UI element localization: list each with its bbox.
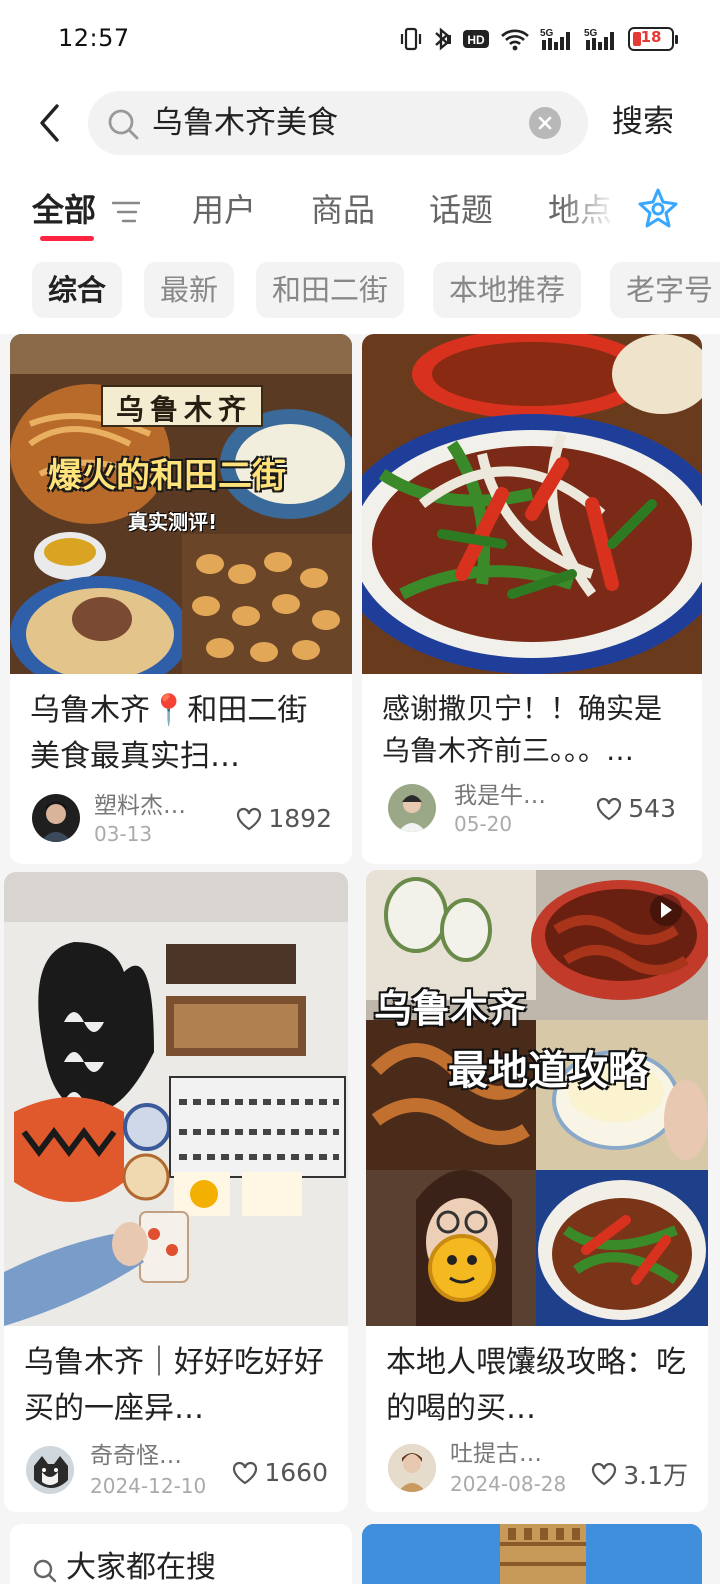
svg-text:HD: HD	[467, 33, 485, 47]
post-card[interactable]: 感谢撒贝宁！！确实是乌鲁木齐前三。。。… 我是牛… 05-20 543	[362, 334, 702, 864]
tab-all[interactable]: 全部	[32, 188, 96, 232]
chip-hetian-street[interactable]: 和田二街	[256, 262, 405, 318]
active-tab-indicator	[40, 236, 94, 241]
cover-caption-sub: 真实测评!	[128, 510, 218, 534]
signal-5g-icon-2: 5G	[584, 26, 618, 52]
author-name[interactable]: 我是牛…	[454, 782, 546, 810]
cover-caption-main: 爆火的和田二街	[48, 456, 286, 496]
tab-products[interactable]: 商品	[311, 188, 375, 232]
post-cover-image	[362, 334, 702, 674]
heart-icon	[597, 797, 622, 820]
tab-scroll-fade	[560, 180, 630, 244]
status-time: 12:57	[58, 24, 130, 52]
post-title: 本地人喂馕级攻略：吃的喝的买…	[386, 1345, 686, 1426]
heart-icon	[237, 807, 262, 830]
status-bar: 12:57 HD 5G 5G 18	[0, 0, 720, 80]
post-date: 05-20	[454, 812, 513, 836]
post-date: 03-13	[94, 822, 153, 846]
post-cover-image: 乌鲁木齐 爆火的和田二街 真实测评!	[10, 334, 352, 674]
ai-assistant-icon[interactable]	[636, 186, 680, 230]
like-button[interactable]: 1892	[236, 804, 332, 833]
author-name[interactable]: 吐提古…	[450, 1440, 542, 1468]
post-title: 乌鲁木齐📍和田二街美食最真实扫…	[30, 693, 308, 774]
svg-text:5G: 5G	[584, 28, 598, 39]
like-button[interactable]: 3.1万	[591, 1456, 688, 1492]
post-date: 2024-12-10	[90, 1474, 207, 1498]
svg-text:5G: 5G	[540, 28, 554, 39]
post-card[interactable]: 乌鲁木齐 爆火的和田二街 真实测评! 乌鲁木齐📍和田二街美食最真实扫… 塑料杰……	[10, 334, 352, 864]
post-card[interactable]: 乌鲁木齐｜好好吃好好买的一座异… 奇奇怪… 2024-12-10 1660	[4, 872, 348, 1512]
author-avatar[interactable]	[388, 1444, 436, 1492]
suggestions-title: 大家都在搜	[66, 1550, 216, 1584]
tab-topics[interactable]: 话题	[429, 188, 493, 232]
search-query: 乌鲁木齐美食	[152, 105, 338, 141]
hd-icon: HD	[462, 26, 490, 52]
status-icons: HD 5G 5G 18	[400, 26, 678, 52]
author-name[interactable]: 奇奇怪…	[90, 1442, 182, 1470]
wifi-icon	[500, 26, 530, 52]
chip-latest[interactable]: 最新	[144, 262, 235, 318]
signal-5g-icon: 5G	[540, 26, 574, 52]
chevron-left-icon	[40, 104, 59, 142]
battery-icon: 18	[628, 27, 678, 51]
author-avatar[interactable]	[26, 1446, 74, 1494]
filter-chips: 综合 最新 和田二街 本地推荐 老字号	[0, 262, 720, 320]
clear-search-button[interactable]	[529, 107, 561, 139]
chip-comprehensive[interactable]: 综合	[32, 262, 123, 318]
post-cover-image	[4, 872, 348, 1326]
vibrate-icon	[400, 26, 422, 52]
post-cover-image	[362, 1524, 702, 1584]
chip-old-brand[interactable]: 老字号	[610, 262, 720, 318]
close-icon	[538, 116, 552, 130]
like-count: 1892	[268, 804, 332, 833]
author-name[interactable]: 塑料杰…	[94, 792, 186, 820]
battery-level: 18	[640, 28, 662, 46]
tab-users[interactable]: 用户	[192, 188, 256, 232]
cover-caption-top: 乌鲁木齐	[374, 987, 527, 1031]
search-icon	[108, 109, 139, 140]
author-avatar[interactable]	[388, 784, 436, 832]
post-card[interactable]: 乌鲁木齐 最地道攻略 本地人喂馕级攻略：吃的喝的买… 吐提古… 2024-08-…	[366, 870, 708, 1512]
back-button[interactable]	[30, 100, 70, 146]
like-count: 543	[628, 794, 676, 823]
bluetooth-icon	[432, 26, 452, 52]
like-count: 3.1万	[623, 1461, 688, 1490]
like-button[interactable]: 1660	[232, 1458, 328, 1487]
cover-caption-top: 乌鲁木齐	[116, 393, 253, 426]
category-tabs: 全部 用户 商品 话题 地点	[0, 180, 720, 250]
post-title: 感谢撒贝宁！！确实是乌鲁木齐前三。。。…	[382, 692, 663, 767]
filter-icon[interactable]	[112, 200, 140, 224]
search-input[interactable]: 乌鲁木齐美食	[88, 91, 588, 155]
heart-icon	[233, 1461, 258, 1484]
search-icon	[33, 1559, 57, 1583]
post-title: 乌鲁木齐｜好好吃好好买的一座异…	[24, 1345, 324, 1426]
search-button[interactable]: 搜索	[612, 100, 674, 144]
cover-caption-main: 最地道攻略	[448, 1048, 648, 1094]
author-avatar[interactable]	[32, 794, 80, 842]
like-count: 1660	[264, 1458, 328, 1487]
heart-icon	[592, 1462, 617, 1486]
like-button[interactable]: 543	[596, 794, 676, 823]
search-suggestions-card[interactable]: 大家都在搜	[10, 1524, 352, 1584]
chip-local-recommend[interactable]: 本地推荐	[433, 262, 582, 318]
post-card[interactable]	[362, 1524, 702, 1584]
post-cover-image: 乌鲁木齐 最地道攻略	[366, 870, 708, 1326]
post-date: 2024-08-28	[450, 1472, 567, 1496]
results-feed: 乌鲁木齐 爆火的和田二街 真实测评! 乌鲁木齐📍和田二街美食最真实扫… 塑料杰……	[0, 334, 720, 1584]
